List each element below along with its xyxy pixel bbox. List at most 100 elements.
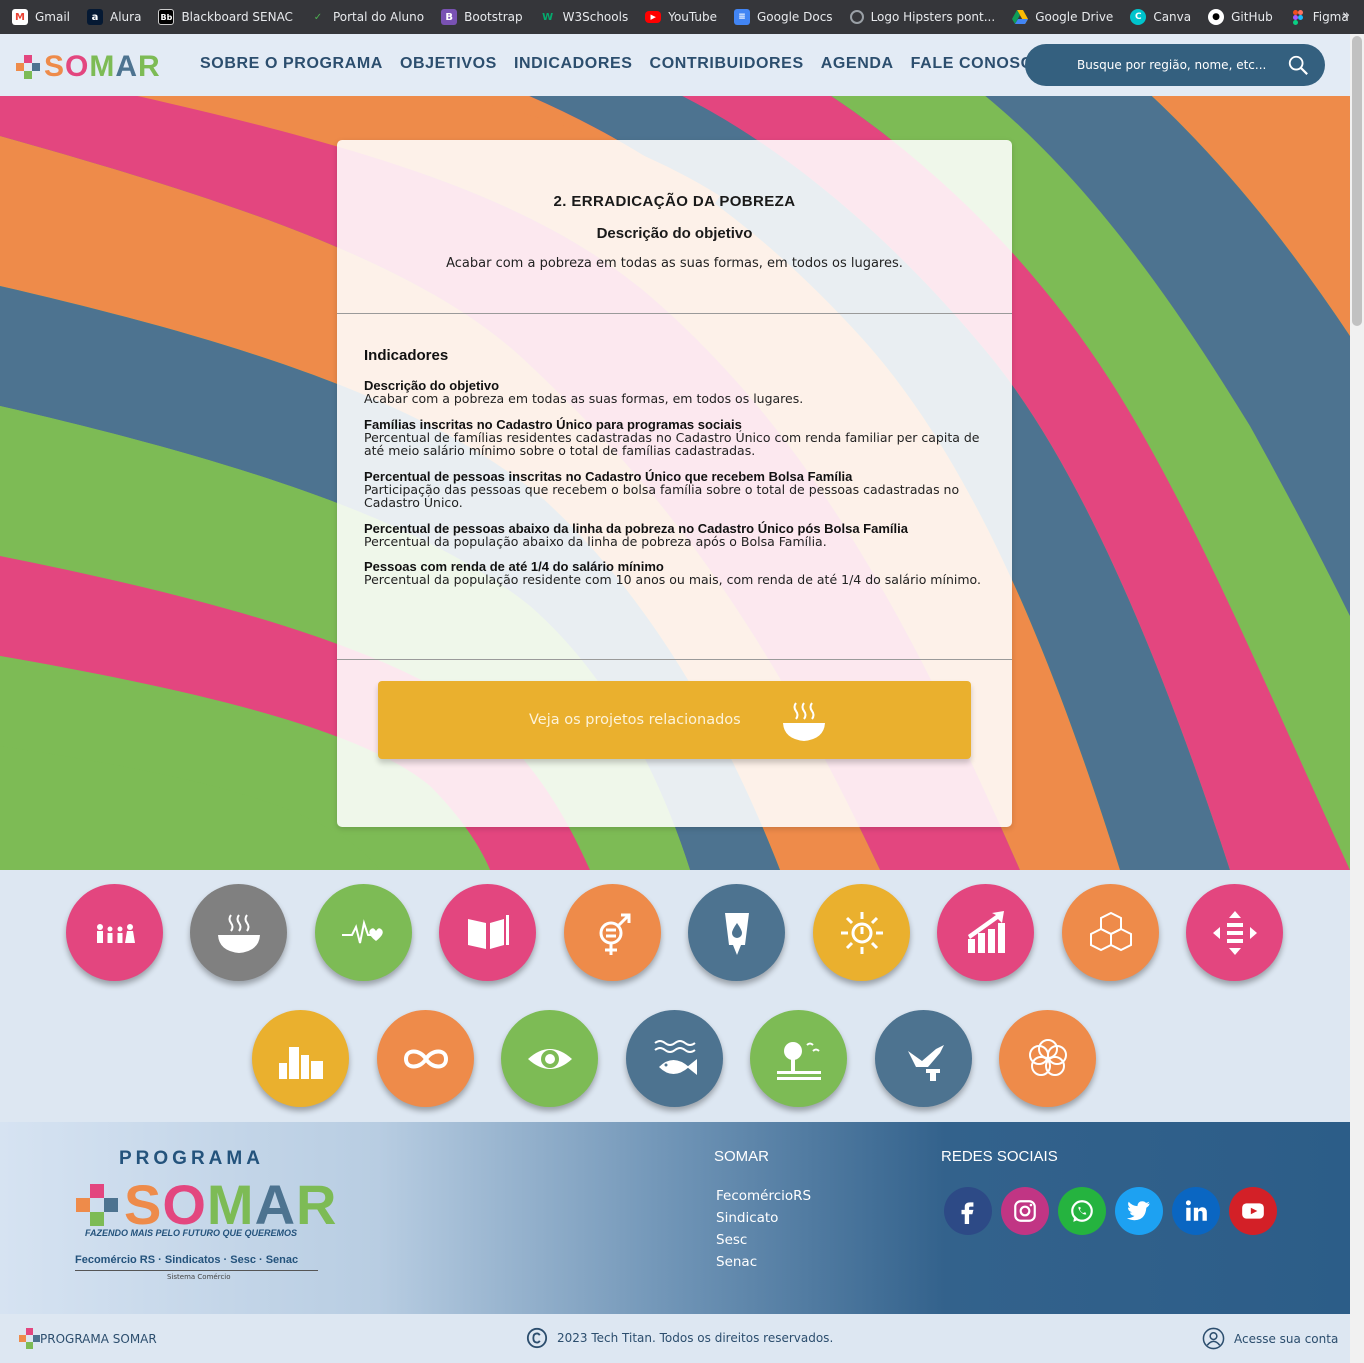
bookmark-google-drive[interactable]: Google Drive: [1012, 9, 1113, 25]
footer-sistema: Sistema Comércio: [167, 1273, 231, 1281]
bookmark-figma[interactable]: Figma: [1290, 9, 1349, 25]
goal-16[interactable]: [875, 1010, 972, 1107]
indicators-section: Indicadores Descrição do objetivo Acabar…: [337, 314, 1012, 660]
goal-10[interactable]: [1186, 884, 1283, 981]
search-icon[interactable]: [1287, 54, 1309, 76]
goal-2[interactable]: [190, 884, 287, 981]
goal-5[interactable]: [564, 884, 661, 981]
bookmark-google-docs[interactable]: ≡ Google Docs: [734, 9, 833, 25]
infinity-icon: [403, 1049, 448, 1068]
linkedin-icon: [1185, 1200, 1207, 1221]
indicator-text: Acabar com a pobreza em todas as suas fo…: [364, 391, 804, 406]
page-scrollbar[interactable]: [1350, 34, 1364, 1363]
google-docs-icon: ≡: [734, 9, 750, 25]
main-nav: SOBRE O PROGRAMA OBJETIVOS INDICADORES C…: [200, 55, 1063, 73]
google-drive-icon: [1012, 9, 1029, 25]
bookmark-canva[interactable]: C Canva: [1130, 9, 1191, 25]
reduced-inequality-icon: [1212, 910, 1257, 955]
indicator-name: Percentual de pessoas abaixo da linha da…: [364, 520, 908, 536]
footer-somar-title: SOMAR: [714, 1148, 770, 1165]
plus-logo-icon: [12, 1328, 40, 1349]
facebook-icon: [961, 1202, 974, 1224]
facebook-button[interactable]: [944, 1187, 992, 1235]
somar-logo[interactable]: SOMAR: [16, 50, 161, 84]
goal-13[interactable]: [501, 1010, 598, 1107]
goals-grid: [0, 870, 1350, 1122]
footer-link-sindicato[interactable]: Sindicato: [716, 1210, 811, 1226]
whatsapp-icon: [1071, 1200, 1093, 1222]
indicator-text: Participação das pessoas que recebem o b…: [364, 481, 960, 510]
youtube-icon: [1242, 1203, 1264, 1219]
nav-indicadores[interactable]: INDICADORES: [514, 55, 633, 73]
plus-logo-icon: [76, 1183, 118, 1226]
goal-9[interactable]: [1062, 884, 1159, 981]
water-drop-icon: [724, 912, 749, 955]
whatsapp-button[interactable]: [1058, 1187, 1106, 1235]
goal-12[interactable]: [377, 1010, 474, 1107]
nav-objetivos[interactable]: OBJETIVOS: [400, 55, 497, 73]
bookmarks-bar: M Gmail a Alura Bb Blackboard SENAC ✓ Portal…: [0, 0, 1364, 34]
gmail-icon: M: [12, 9, 28, 25]
twitter-icon: [1126, 1201, 1150, 1221]
account-link-label: Acesse sua conta: [1234, 1331, 1339, 1346]
objective-description: Acabar com a pobreza em todas as suas fo…: [446, 256, 903, 271]
bookmark-bootstrap[interactable]: B Bootstrap: [441, 9, 523, 25]
footer-social-title: REDES SOCIAIS: [941, 1148, 1058, 1165]
goal-11[interactable]: [252, 1010, 349, 1107]
fish-icon: [653, 1039, 697, 1075]
objective-subtitle: Descrição do objetivo: [596, 225, 753, 242]
indicator-item: Descrição do objetivo Acabar com a pobre…: [364, 379, 985, 406]
family-icon: [96, 923, 135, 943]
site-header: SOMAR SOBRE O PROGRAMA OBJETIVOS INDICAD…: [0, 34, 1350, 96]
instagram-button[interactable]: [1001, 1187, 1049, 1235]
goal-3[interactable]: [315, 884, 412, 981]
book-icon: [467, 914, 509, 949]
copyright: 2023 Tech Titan. Todos os direitos reser…: [526, 1327, 833, 1349]
scrollbar-thumb[interactable]: [1352, 36, 1362, 326]
bottom-brand[interactable]: PROGRAMA SOMAR: [12, 1328, 157, 1349]
bookmark-w3schools[interactable]: W W3Schools: [540, 9, 628, 25]
cubes-icon: [1089, 911, 1132, 951]
linkedin-button[interactable]: [1172, 1187, 1220, 1235]
search-input[interactable]: [1077, 58, 1267, 72]
logo-text: SOMAR: [44, 50, 161, 83]
blackboard-icon: Bb: [158, 9, 175, 25]
goal-17[interactable]: [999, 1010, 1096, 1107]
user-account-icon: [1202, 1327, 1225, 1350]
goal-1[interactable]: [66, 884, 163, 981]
bookmark-alura[interactable]: a Alura: [87, 9, 141, 25]
bootstrap-icon: B: [441, 9, 458, 25]
city-icon: [278, 1046, 323, 1079]
bookmark-blackboard[interactable]: Bb Blackboard SENAC: [158, 9, 293, 25]
bookmark-gmail[interactable]: M Gmail: [12, 9, 70, 25]
goal-15[interactable]: [750, 1010, 847, 1107]
bookmark-github[interactable]: ● GitHub: [1208, 9, 1273, 25]
bookmark-youtube[interactable]: ▶ YouTube: [645, 10, 717, 24]
footer-link-sesc[interactable]: Sesc: [716, 1232, 811, 1248]
bookmark-hipsters[interactable]: Logo Hipsters pont...: [849, 10, 995, 24]
indicator-name: Famílias inscritas no Cadastro Único par…: [364, 416, 742, 432]
bookmark-portal-aluno[interactable]: ✓ Portal do Aluno: [310, 9, 424, 25]
food-bowl-icon: [783, 702, 825, 741]
goal-8[interactable]: [937, 884, 1034, 981]
account-link[interactable]: Acesse sua conta: [1202, 1327, 1338, 1350]
twitter-button[interactable]: [1115, 1187, 1163, 1235]
objective-header: 2. ERRADICAÇÃO DA POBREZA Descrição do o…: [337, 140, 1012, 314]
related-projects-button[interactable]: Veja os projetos relacionados: [378, 681, 971, 759]
goal-6[interactable]: [688, 884, 785, 981]
nav-sobre[interactable]: SOBRE O PROGRAMA: [200, 55, 383, 73]
bookmarks-overflow-button[interactable]: »: [1342, 8, 1350, 23]
footer-link-senac[interactable]: Senac: [716, 1254, 811, 1270]
youtube-button[interactable]: [1229, 1187, 1277, 1235]
nav-agenda[interactable]: AGENDA: [821, 55, 894, 73]
footer-link-fecomercio[interactable]: FecomércioRS: [716, 1188, 811, 1204]
tree-land-icon: [776, 1041, 821, 1080]
nav-contribuidores[interactable]: CONTRIBUIDORES: [650, 55, 804, 73]
goal-7[interactable]: [813, 884, 910, 981]
goal-14[interactable]: [626, 1010, 723, 1107]
gender-equality-icon: [599, 913, 630, 955]
bottom-brand-label: PROGRAMA SOMAR: [40, 1331, 157, 1346]
footer-program-label: PROGRAMA: [119, 1148, 264, 1169]
goal-4[interactable]: [439, 884, 536, 981]
footer-tagline: FAZENDO MAIS PELO FUTURO QUE QUEREMOS: [85, 1228, 298, 1238]
